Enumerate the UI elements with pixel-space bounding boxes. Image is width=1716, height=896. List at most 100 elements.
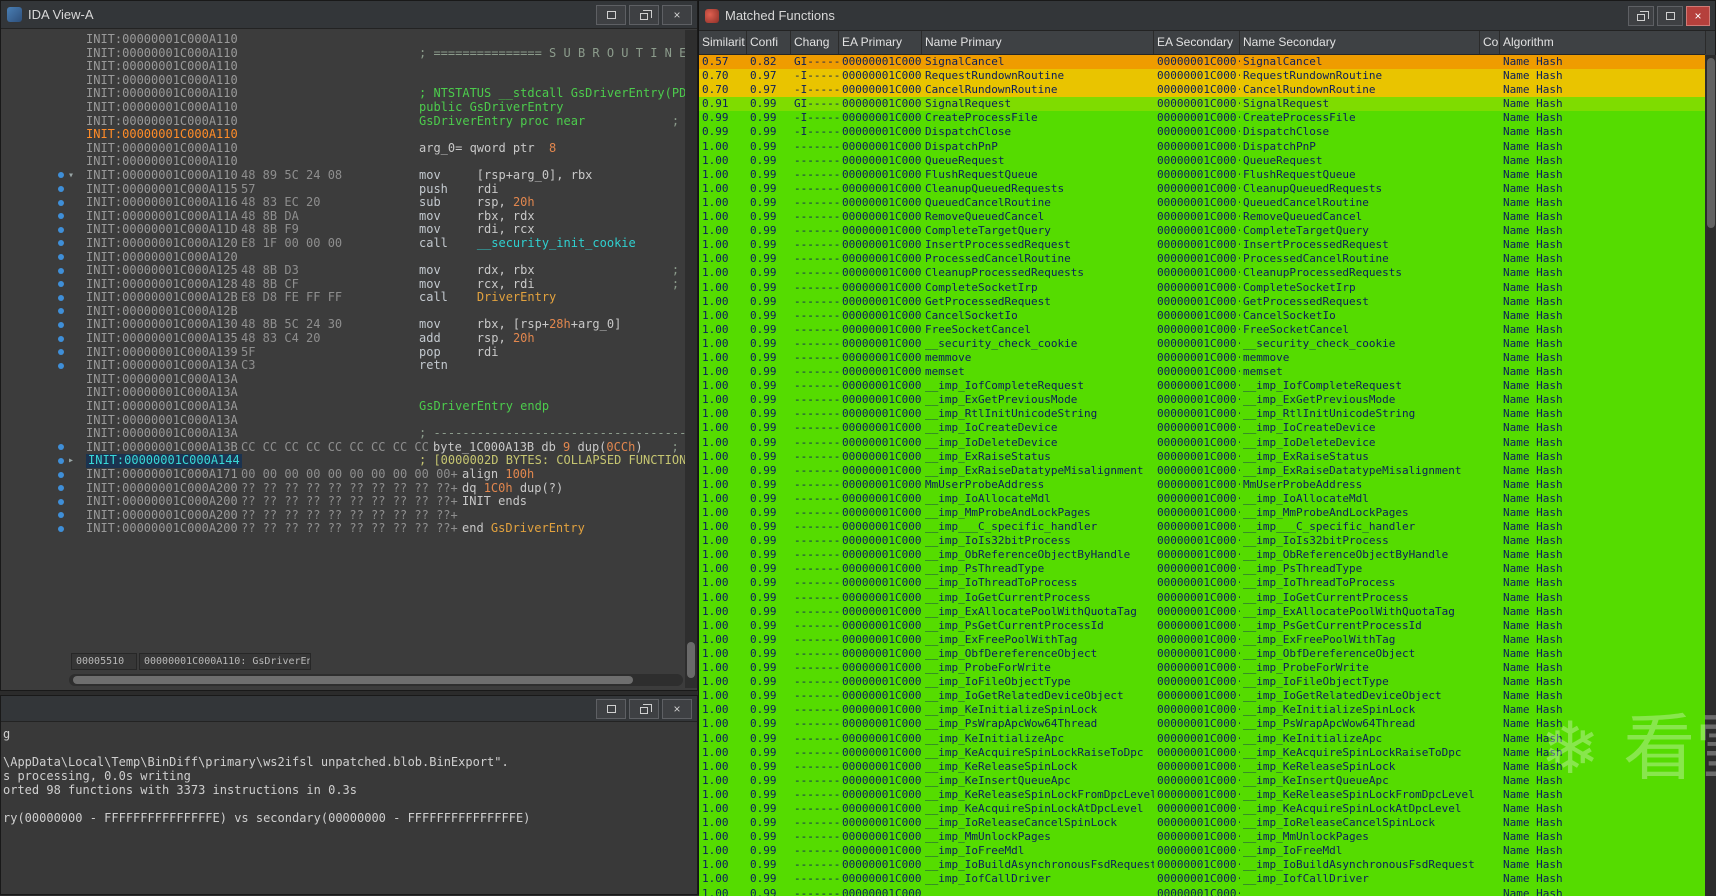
matched-function-row[interactable]: 0.570.82GI-----00000001C000···SignalCanc… bbox=[699, 55, 1705, 70]
matched-function-row[interactable]: 1.000.99-------00000001C000···__imp_IofC… bbox=[699, 872, 1705, 887]
column-header-name-secondary[interactable]: Name Secondary bbox=[1240, 31, 1480, 54]
disasm-line[interactable]: INIT:00000001C000A12B bbox=[1, 304, 685, 319]
column-header-name-primary[interactable]: Name Primary bbox=[922, 31, 1154, 54]
matched-function-row[interactable]: 1.000.99-------00000001C000···__imp___C_… bbox=[699, 520, 1705, 535]
matched-function-row[interactable]: 1.000.99-------00000001C000···DispatchPn… bbox=[699, 139, 1705, 154]
disasm-line[interactable]: INIT:00000001C000A13A bbox=[1, 386, 685, 400]
column-header-algorithm[interactable]: Algorithm bbox=[1500, 31, 1706, 54]
output-log[interactable]: g \AppData\Local\Temp\BinDiff\primary\ws… bbox=[3, 727, 695, 894]
disasm-line[interactable]: INIT:00000001C000A110 ; NTSTATUS __stdcal… bbox=[1, 87, 685, 101]
matched-function-row[interactable]: 0.700.97-I-----00000001C000···RequestRun… bbox=[699, 69, 1705, 84]
disasm-line[interactable]: INIT:00000001C000A120 E8 1F 00 00 00 call … bbox=[1, 236, 685, 251]
disasm-line[interactable]: INIT:00000001C000A200?? ?? ?? ?? ?? ?? ?… bbox=[1, 494, 685, 509]
restore-button[interactable] bbox=[629, 4, 659, 25]
matched-function-row[interactable]: 1.000.99-------00000001C000···CleanupPro… bbox=[699, 266, 1705, 281]
fold-arrow-icon[interactable]: ▸ bbox=[68, 454, 74, 468]
matched-function-row[interactable]: 1.000.99-------00000001C000···ProcessedC… bbox=[699, 252, 1705, 267]
disasm-line[interactable]: INIT:00000001C000A110 arg_0= qword ptr 8 bbox=[1, 141, 685, 156]
matched-function-row[interactable]: 1.000.99-------00000001C000···__imp_ExGe… bbox=[699, 393, 1705, 408]
matched-function-row[interactable]: 1.000.99-------00000001C000···__imp_IoFi… bbox=[699, 675, 1705, 690]
table-scrollbar-thumb[interactable] bbox=[1707, 58, 1715, 228]
matched-function-row[interactable]: 1.000.99-------00000001C000···__imp_ExRa… bbox=[699, 463, 1705, 478]
disasm-line[interactable]: INIT:00000001C000A125 48 8B D3 mov rdx, rb… bbox=[1, 263, 685, 278]
matched-function-row[interactable]: 1.000.99-------00000001C000···__imp_IoTh… bbox=[699, 576, 1705, 591]
matched-function-row[interactable]: 0.990.99-I-----00000001C000···CreateProc… bbox=[699, 111, 1705, 126]
horizontal-scrollbar[interactable] bbox=[69, 674, 683, 686]
fold-arrow-icon[interactable]: ▾ bbox=[68, 169, 74, 183]
disasm-line[interactable]: INIT:00000001C000A110 GsDriverEntry proc … bbox=[1, 114, 685, 129]
matched-function-row[interactable]: 1.000.99-------00000001C000···memmove000… bbox=[699, 350, 1705, 366]
matched-functions-table[interactable]: 0.570.82GI-----00000001C000···SignalCanc… bbox=[699, 55, 1705, 896]
column-header-confi[interactable]: Confi bbox=[747, 31, 791, 54]
matched-function-row[interactable]: 1.000.99-------00000001C000···CancelSock… bbox=[699, 308, 1705, 323]
matched-function-row[interactable]: 1.000.99-------00000001C000···__imp_KeAc… bbox=[699, 745, 1705, 760]
matched-function-row[interactable]: 1.000.99-------00000001C000···__imp_IoGe… bbox=[699, 590, 1705, 605]
disasm-line[interactable]: INIT:00000001C000A13A C3 retn bbox=[1, 358, 685, 373]
disassembly-listing[interactable]: INIT:00000001C000A110 INIT:00000001C000A1… bbox=[1, 30, 685, 538]
matched-function-row[interactable]: 1.000.99-------00000001C000···__imp_ExFr… bbox=[699, 632, 1705, 647]
matched-function-row[interactable]: 1.000.99-------00000001C000···CompleteTa… bbox=[699, 224, 1705, 239]
maximize-button[interactable] bbox=[596, 698, 626, 719]
matched-function-row[interactable]: 1.000.99-------00000001C000···__imp_ObfD… bbox=[699, 646, 1705, 662]
matched-function-row[interactable]: 0.700.97-I-----00000001C000···CancelRund… bbox=[699, 83, 1705, 98]
matched-function-row[interactable]: 1.000.99-------00000001C000···CleanupQue… bbox=[699, 181, 1705, 196]
matched-function-row[interactable]: 1.000.99-------00000001C000···QueuedCanc… bbox=[699, 195, 1705, 211]
disasm-line[interactable]: ▾ INIT:00000001C000A110 48 89 5C 24 08 mov … bbox=[1, 168, 685, 183]
matched-function-row[interactable]: 1.000.99-------00000001C000···__imp_PsGe… bbox=[699, 618, 1705, 633]
disasm-line[interactable]: INIT:00000001C000A110 bbox=[1, 155, 685, 169]
disasm-line[interactable]: INIT:00000001C000A116 48 83 EC 20 sub rsp,… bbox=[1, 195, 685, 210]
disasm-line[interactable]: INIT:00000001C000A13A bbox=[1, 413, 685, 428]
disasm-line[interactable]: INIT:00000001C000A200?? ?? ?? ?? ?? ?? ?… bbox=[1, 522, 685, 536]
column-header-co[interactable]: Co bbox=[1480, 31, 1500, 54]
disasm-line[interactable]: INIT:00000001C000A135 48 83 C4 20 add rsp,… bbox=[1, 331, 685, 346]
matched-function-row[interactable]: 1.000.99-------00000001C000···__imp_ExAl… bbox=[699, 604, 1705, 619]
matched-function-row[interactable]: 1.000.99-------00000001C000···__imp_KeRe… bbox=[699, 759, 1705, 774]
maximize-button[interactable] bbox=[1657, 5, 1683, 26]
close-button[interactable]: × bbox=[662, 698, 692, 719]
disasm-line[interactable]: INIT:00000001C000A139 5F pop rdi bbox=[1, 345, 685, 360]
matched-function-row[interactable]: 1.000.99-------00000001C000···__imp_KeAc… bbox=[699, 801, 1705, 817]
matched-function-row[interactable]: 1.000.99-------00000001C000···FlushReque… bbox=[699, 167, 1705, 182]
disasm-line[interactable]: INIT:00000001C000A200?? ?? ?? ?? ?? ?? ?… bbox=[1, 508, 685, 523]
disasm-line[interactable]: INIT:00000001C000A110 ; =============== S… bbox=[1, 46, 685, 61]
matched-function-row[interactable]: 1.000.99-------00000001C000···QueueReque… bbox=[699, 153, 1705, 168]
matched-function-row[interactable]: 1.000.99-------00000001C000···__imp_IoRe… bbox=[699, 816, 1705, 831]
matched-function-row[interactable]: 1.000.99-------00000001C000···__imp_IoCr… bbox=[699, 421, 1705, 436]
disasm-line[interactable]: INIT:00000001C000A11A 48 8B DA mov rbx, rd… bbox=[1, 209, 685, 224]
column-header-chang[interactable]: Chang bbox=[791, 31, 839, 54]
disasm-line[interactable]: INIT:00000001C000A110 bbox=[1, 60, 685, 74]
matched-function-row[interactable]: 1.000.99-------00000001C000···__imp_KeIn… bbox=[699, 703, 1705, 718]
matched-function-row[interactable]: 1.000.99-------00000001C000···memset0000… bbox=[699, 365, 1705, 380]
disasm-line[interactable]: INIT:00000001C000A13A GsDriverEntry endp bbox=[1, 399, 685, 414]
disasm-line[interactable]: INIT:00000001C000A110 bbox=[1, 32, 685, 47]
maximize-button[interactable] bbox=[596, 4, 626, 25]
matched-function-row[interactable]: 1.000.99-------00000001C000···CompleteSo… bbox=[699, 280, 1705, 295]
matched-function-row[interactable]: 1.000.99-------00000001C000···__imp_Prob… bbox=[699, 661, 1705, 676]
matched-function-row[interactable]: 1.000.99-------00000001C000···RemoveQueu… bbox=[699, 210, 1705, 225]
matched-function-row[interactable]: 1.000.99-------00000001C000···__imp_IoBu… bbox=[699, 858, 1705, 873]
column-header-ea-primary[interactable]: EA Primary bbox=[839, 31, 922, 54]
matched-function-row[interactable]: 1.000.99-------00000001C000···__imp_MmPr… bbox=[699, 506, 1705, 521]
column-header-ea-secondary[interactable]: EA Secondary bbox=[1154, 31, 1240, 54]
vertical-scrollbar-thumb[interactable] bbox=[687, 642, 695, 678]
horizontal-scrollbar-thumb[interactable] bbox=[73, 676, 633, 684]
matched-function-row[interactable]: 1.000.99-------00000001C000···__imp_IoGe… bbox=[699, 689, 1705, 704]
table-vertical-scrollbar[interactable] bbox=[1705, 55, 1716, 896]
matched-function-row[interactable]: 1.000.99-------00000001C000···__imp_IofC… bbox=[699, 379, 1705, 394]
output-titlebar[interactable]: × bbox=[1, 696, 697, 722]
matched-function-row[interactable]: 1.000.99-------00000001C000···FreeSocket… bbox=[699, 322, 1705, 337]
matched-function-row[interactable]: 0.910.99GI-----00000001C000···SignalRequ… bbox=[699, 97, 1705, 112]
matched-functions-titlebar[interactable]: Matched Functions × bbox=[699, 1, 1715, 31]
close-button[interactable]: × bbox=[1686, 5, 1710, 26]
close-button[interactable]: × bbox=[662, 4, 692, 25]
matched-function-row[interactable]: 1.000.99-------00000001C000···InsertProc… bbox=[699, 238, 1705, 253]
disasm-line[interactable]: INIT:00000001C000A128 48 8B CF mov rcx, rd… bbox=[1, 277, 685, 292]
vertical-scrollbar[interactable] bbox=[685, 30, 697, 688]
matched-function-row[interactable]: 1.000.99-------00000001C000···__imp_RtlI… bbox=[699, 407, 1705, 422]
disasm-line[interactable]: INIT:00000001C000A13A bbox=[1, 372, 685, 387]
disasm-line[interactable]: ▸ INIT:00000001C000A144 ; [0000002D BYTES:… bbox=[1, 454, 685, 468]
restore-button[interactable] bbox=[629, 698, 659, 719]
disasm-line[interactable]: INIT:00000001C000A200?? ?? ?? ?? ?? ?? ?… bbox=[1, 481, 685, 496]
matched-function-row[interactable]: 1.000.99-------00000001C000···GetProcess… bbox=[699, 294, 1705, 309]
matched-function-row[interactable]: 1.000.99-------00000001C000···__imp_IoAl… bbox=[699, 491, 1705, 506]
